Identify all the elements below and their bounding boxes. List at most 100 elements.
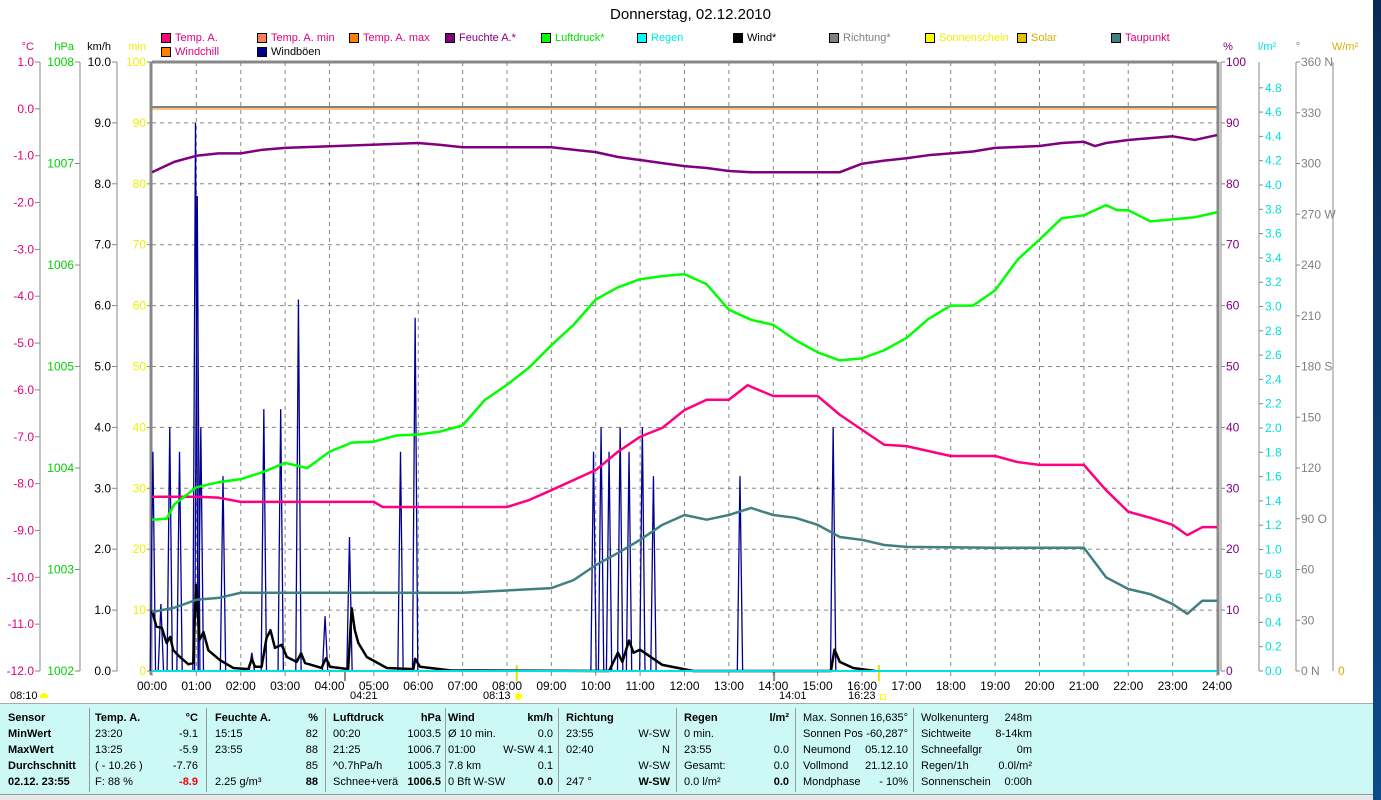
summary-column: Feuchte A.% 15:15 82 23:55 88 85 2.25 g/m³ 88 (215, 710, 318, 790)
summary-row: F: 88 % -8.9 (95, 774, 198, 790)
rain-tick-label: 3.6 (1265, 227, 1282, 241)
percent-tick-label: 0 (1226, 664, 1233, 678)
row-value: 1005.3 (407, 760, 441, 772)
row-label: Ø 10 min. (448, 728, 496, 740)
row-value: 8-14km (995, 728, 1032, 740)
hpa-tick-label: 1007 (47, 157, 74, 171)
row-value: 0.0l/m² (998, 760, 1032, 772)
row-value: 88 (305, 776, 318, 788)
summary-row: 21:25 1006.7 (333, 742, 441, 758)
row-label: Luftdruck (333, 712, 384, 724)
deg-tick-label: 60 (1301, 563, 1315, 577)
sunset-time: 16:23 (848, 690, 876, 702)
row-value: W-SW (638, 728, 670, 740)
row-label: 0 Bft W-SW (448, 776, 506, 788)
celsius-tick-label: -9.0 (13, 523, 34, 537)
row-label: 23:55 (215, 744, 243, 756)
summary-row: Sonnen Pos -60,287° (803, 726, 908, 742)
kmh-tick-label: 6.0 (94, 299, 111, 313)
hpa-tick-label: 1006 (47, 258, 74, 272)
celsius-tick-label: -5.0 (13, 336, 34, 350)
hpa-tick-label: 1004 (47, 461, 74, 475)
row-label: 02.12. 23:55 (8, 776, 70, 788)
sun-icon (515, 693, 522, 700)
rain-tick-label: 3.4 (1265, 251, 1282, 265)
time-tick-label: 20:00 (1024, 679, 1054, 693)
summary-row: MaxWert (8, 742, 84, 758)
column-header: Richtung (566, 710, 670, 726)
weather-chart: 1.0 0.0 -1.0 -2.0 -3.0 -4.0 -5.0 -6.0 -7.0 -8.0 -9… (7, 41, 1359, 693)
percent-tick-label: 50 (1226, 360, 1240, 374)
summary-panel: Sensor MinWert MaxWert Durchschnitt 02.12. 2… (0, 703, 1373, 800)
summary-row: Ø 10 min. 0.0 (448, 726, 553, 742)
celsius-tick-label: -7.0 (13, 430, 34, 444)
row-label: Regen (684, 712, 718, 724)
row-value: 0m (1016, 744, 1032, 756)
time-tick-label: 09:00 (536, 679, 566, 693)
wm2-unit-label: W/m² (1332, 41, 1359, 53)
summary-row: 7.8 km 0.1 (448, 758, 553, 774)
hpa-tick-label: 1005 (47, 360, 74, 374)
column-header: Feuchte A.% (215, 710, 318, 726)
row-value: 85 (305, 760, 318, 772)
kmh-tick-label: 4.0 (94, 420, 111, 434)
row-label: 7.8 km (448, 760, 482, 772)
moonset-time: 14:01 (779, 690, 807, 702)
summary-row: 0.0 l/m² 0.0 (684, 774, 789, 790)
row-value: 1003.5 (407, 728, 441, 740)
celsius-tick-label: -11.0 (8, 617, 35, 631)
row-value: km/h (527, 712, 553, 724)
summary-row: Durchschnitt (8, 758, 84, 774)
row-label: 247 ° (566, 776, 592, 788)
kmh-tick-label: 5.0 (94, 360, 111, 374)
time-tick-label: 10:00 (581, 679, 611, 693)
row-label: Sensor (8, 712, 46, 724)
rain-tick-label: 0.2 (1265, 640, 1282, 654)
rain-unit-label: l/m² (1258, 41, 1277, 53)
deg-tick-label: 300 (1301, 157, 1321, 171)
row-value: 248m (1004, 712, 1032, 724)
deg-tick-label: 330 (1301, 106, 1321, 120)
deg-tick-label: 210 (1301, 309, 1321, 323)
row-label: ( - 10.26 ) (95, 760, 143, 772)
min-tick-label: 20 (133, 542, 147, 556)
celsius-tick-label: 1.0 (17, 55, 34, 69)
summary-row: 02:40 N (566, 742, 670, 758)
gust-spike (411, 317, 419, 672)
row-label: Gesamt: (684, 760, 726, 772)
rain-tick-label: 2.2 (1265, 397, 1282, 411)
time-tick-label: 07:00 (448, 679, 478, 693)
gust-spike (219, 476, 227, 672)
row-value: 0.0 (773, 776, 789, 788)
summary-row: Max. Sonnen 16,635° (803, 710, 908, 726)
row-label: 0.0 l/m² (684, 776, 721, 788)
desktop-background (1373, 0, 1381, 800)
row-label: 15:15 (215, 728, 243, 740)
column-header: Wind km/h (448, 710, 553, 726)
moonrise-time: 04:21 (350, 690, 378, 702)
row-label: 23:55 (684, 744, 712, 756)
deg-tick-label: 90 O (1301, 512, 1327, 526)
rain-tick-label: 0.4 (1265, 615, 1282, 629)
kmh-unit-label: km/h (87, 41, 111, 53)
astro-column: Max. Sonnen 16,635° Sonnen Pos -60,287° Neum… (803, 710, 908, 790)
row-label: Feuchte A. (215, 712, 271, 724)
hpa-tick-label: 1008 (47, 55, 74, 69)
time-tick-label: 03:00 (270, 679, 300, 693)
celsius-tick-label: -4.0 (13, 289, 34, 303)
gust-spike (736, 476, 744, 672)
rain-tick-label: 3.0 (1265, 300, 1282, 314)
row-value: 82 (305, 728, 318, 740)
row-value: °C (185, 712, 198, 724)
row-label: F: 88 % (95, 776, 133, 788)
wm2-tick-label: 0 (1338, 664, 1345, 678)
summary-row: Vollmond 21.12.10 (803, 758, 908, 774)
min-tick-label: 100 (126, 55, 146, 69)
min-tick-label: 40 (133, 420, 147, 434)
summary-row: 85 (215, 758, 318, 774)
summary-row: Mondphase - 10% (803, 774, 908, 790)
rain-tick-label: 4.2 (1265, 154, 1282, 168)
column-divider (325, 708, 326, 792)
celsius-tick-label: -10.0 (7, 570, 35, 584)
gust-spike (295, 299, 302, 672)
